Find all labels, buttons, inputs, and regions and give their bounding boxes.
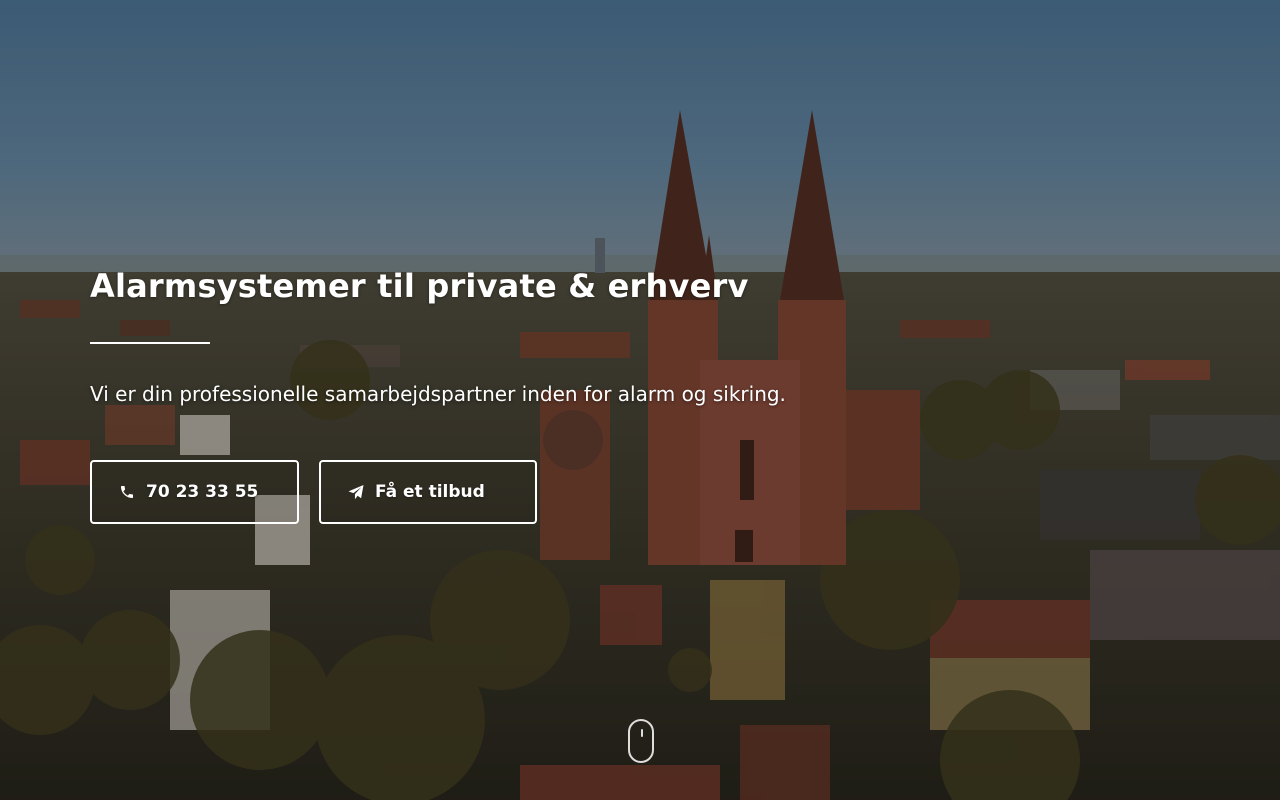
mouse-scroll-icon[interactable] [628, 719, 654, 763]
paper-plane-icon [347, 483, 365, 501]
get-offer-button-label: Få et tilbud [375, 482, 485, 502]
call-phone-button-label: 70 23 33 55 [146, 482, 259, 502]
scroll-wheel [641, 729, 643, 737]
hero-buttons: 70 23 33 55 Få et tilbud [90, 460, 850, 524]
hero-subtitle: Vi er din professionelle samarbejdspartn… [90, 382, 786, 406]
call-phone-button[interactable]: 70 23 33 55 [90, 460, 299, 524]
hero-title: Alarmsystemer til private & erhverv [90, 267, 749, 305]
phone-icon [118, 483, 136, 501]
hero-section: Alarmsystemer til private & erhverv Vi e… [0, 0, 1280, 800]
hero-content: Alarmsystemer til private & erhverv Vi e… [90, 262, 850, 524]
title-divider [90, 342, 210, 344]
get-offer-button[interactable]: Få et tilbud [319, 460, 537, 524]
